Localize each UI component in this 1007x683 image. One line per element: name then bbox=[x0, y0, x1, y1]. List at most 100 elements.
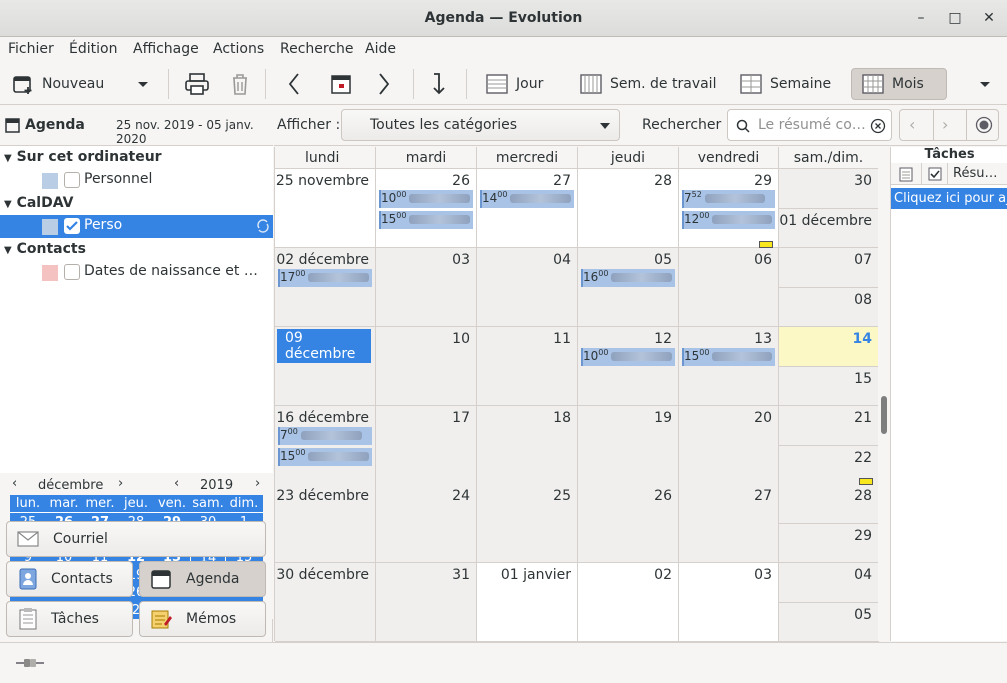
sync-icon[interactable] bbox=[256, 219, 270, 233]
goto-date-button[interactable] bbox=[430, 68, 448, 100]
more-events-indicator[interactable] bbox=[859, 478, 873, 485]
toolbar-overflow[interactable] bbox=[978, 68, 992, 100]
scrollbar-thumb[interactable] bbox=[881, 396, 887, 434]
day-cell[interactable]: 20 bbox=[679, 406, 779, 485]
event[interactable]: 752 bbox=[682, 190, 775, 208]
next-button[interactable] bbox=[377, 68, 391, 100]
category-combobox[interactable]: Toutes les catégories bbox=[341, 109, 620, 141]
menu-recherche[interactable]: Recherche bbox=[280, 41, 354, 57]
sunday-cell[interactable]: 29 bbox=[779, 523, 879, 563]
event[interactable]: 1000 bbox=[581, 348, 675, 366]
sunday-cell[interactable]: 01 décembre bbox=[779, 208, 879, 248]
day-cell[interactable]: 05 bbox=[578, 248, 679, 327]
group-contacts[interactable]: ▼ Contacts bbox=[4, 241, 86, 257]
day-cell[interactable]: 17 bbox=[376, 406, 477, 485]
saturday-cell[interactable]: 14 bbox=[779, 327, 879, 367]
event[interactable]: 700 bbox=[278, 427, 372, 445]
saturday-cell[interactable]: 28 bbox=[779, 484, 879, 524]
day-cell[interactable]: 26 bbox=[578, 484, 679, 563]
day-cell[interactable]: 18 bbox=[477, 406, 578, 485]
day-cell[interactable]: 23 décembre bbox=[275, 484, 376, 563]
group-caldav[interactable]: ▼ CalDAV bbox=[4, 195, 73, 211]
menu-fichier[interactable]: Fichier bbox=[8, 41, 54, 57]
saturday-cell[interactable]: 21 bbox=[779, 406, 879, 446]
event[interactable]: 1000 bbox=[379, 190, 473, 208]
menu-edition[interactable]: Édition bbox=[69, 41, 117, 57]
event[interactable]: 1600 bbox=[581, 269, 675, 287]
view-week-button[interactable]: Semaine bbox=[740, 68, 831, 100]
event[interactable]: 1500 bbox=[278, 448, 372, 466]
checkbox-column-icon[interactable] bbox=[928, 167, 942, 181]
search-field[interactable]: Le résumé co… bbox=[727, 109, 892, 141]
day-cell[interactable]: 09 décembre bbox=[275, 327, 376, 406]
new-button[interactable]: Nouveau bbox=[12, 68, 104, 100]
minimize-button[interactable]: – bbox=[912, 9, 930, 27]
print-button[interactable] bbox=[184, 68, 210, 100]
month-next[interactable]: › bbox=[118, 476, 123, 491]
month-prev[interactable]: ‹ bbox=[12, 476, 17, 491]
day-cell[interactable]: 28 bbox=[578, 169, 679, 248]
close-button[interactable]: ✕ bbox=[980, 9, 998, 27]
day-cell[interactable]: 06 bbox=[679, 248, 779, 327]
day-cell[interactable]: 25 bbox=[477, 484, 578, 563]
source-checkbox[interactable] bbox=[64, 264, 80, 280]
search-options-icon[interactable] bbox=[975, 116, 993, 134]
delete-button[interactable] bbox=[229, 68, 251, 100]
saturday-cell[interactable]: 30 bbox=[779, 169, 879, 209]
source-checkbox[interactable] bbox=[64, 172, 80, 188]
connection-icon[interactable] bbox=[16, 656, 44, 670]
view-workweek-button[interactable]: Sem. de travail bbox=[580, 68, 716, 100]
day-cell[interactable]: 10 bbox=[376, 327, 477, 406]
previous-button[interactable] bbox=[287, 68, 301, 100]
switcher-tasks[interactable]: Tâches bbox=[6, 601, 133, 637]
event[interactable]: 1700 bbox=[278, 269, 372, 287]
source-item-perso[interactable]: Perso bbox=[0, 215, 273, 238]
day-cell[interactable]: 27 bbox=[679, 484, 779, 563]
source-item-personnel[interactable]: Personnel bbox=[0, 169, 273, 192]
day-cell[interactable]: 29 bbox=[679, 169, 779, 248]
event[interactable]: 1200 bbox=[682, 211, 775, 229]
event[interactable]: 1500 bbox=[682, 348, 775, 366]
event[interactable]: 1500 bbox=[379, 211, 473, 229]
sunday-cell[interactable]: 15 bbox=[779, 366, 879, 406]
day-cell[interactable]: 25 novembre bbox=[275, 169, 376, 248]
year-prev[interactable]: ‹ bbox=[174, 476, 179, 491]
day-cell[interactable]: 12 bbox=[578, 327, 679, 406]
day-cell[interactable]: 19 bbox=[578, 406, 679, 485]
saturday-cell[interactable]: 04 bbox=[779, 563, 879, 603]
year-next[interactable]: › bbox=[255, 476, 260, 491]
day-cell[interactable]: 16 décembre bbox=[275, 406, 376, 485]
sunday-cell[interactable]: 08 bbox=[779, 287, 879, 327]
group-local[interactable]: ▼ Sur cet ordinateur bbox=[4, 149, 162, 165]
day-cell[interactable]: 01 janvier bbox=[477, 563, 578, 642]
event[interactable]: 1400 bbox=[480, 190, 574, 208]
switcher-contacts[interactable]: Contacts bbox=[6, 561, 133, 597]
clear-icon[interactable] bbox=[870, 118, 886, 134]
view-month-button[interactable]: Mois bbox=[851, 68, 947, 100]
day-cell[interactable]: 11 bbox=[477, 327, 578, 406]
search-next-button[interactable]: › bbox=[942, 115, 948, 134]
tasks-col-summary[interactable]: Résu… bbox=[953, 166, 997, 181]
search-prev-button[interactable]: ‹ bbox=[909, 115, 915, 134]
day-cell[interactable]: 26 bbox=[376, 169, 477, 248]
day-cell[interactable]: 31 bbox=[376, 563, 477, 642]
menu-aide[interactable]: Aide bbox=[365, 41, 396, 57]
add-task-row[interactable]: Cliquez ici pour ajouter bbox=[891, 188, 1007, 209]
menu-affichage[interactable]: Affichage bbox=[133, 41, 199, 57]
switcher-calendar[interactable]: Agenda bbox=[139, 561, 266, 597]
source-item-birthdays[interactable]: Dates de naissance et … bbox=[0, 261, 273, 284]
day-cell[interactable]: 30 décembre bbox=[275, 563, 376, 642]
day-cell[interactable]: 02 bbox=[578, 563, 679, 642]
switcher-memos[interactable]: Mémos bbox=[139, 601, 266, 637]
search-input[interactable]: Le résumé co… bbox=[758, 117, 866, 133]
day-cell[interactable]: 02 décembre bbox=[275, 248, 376, 327]
more-events-indicator[interactable] bbox=[759, 241, 773, 248]
switcher-mail[interactable]: Courriel bbox=[6, 521, 266, 557]
maximize-button[interactable]: □ bbox=[946, 9, 964, 27]
menu-actions[interactable]: Actions bbox=[213, 41, 264, 57]
day-cell[interactable]: 13 bbox=[679, 327, 779, 406]
day-cell[interactable]: 04 bbox=[477, 248, 578, 327]
view-day-button[interactable]: Jour bbox=[486, 68, 543, 100]
day-cell[interactable]: 27 bbox=[477, 169, 578, 248]
saturday-cell[interactable]: 07 bbox=[779, 248, 879, 288]
